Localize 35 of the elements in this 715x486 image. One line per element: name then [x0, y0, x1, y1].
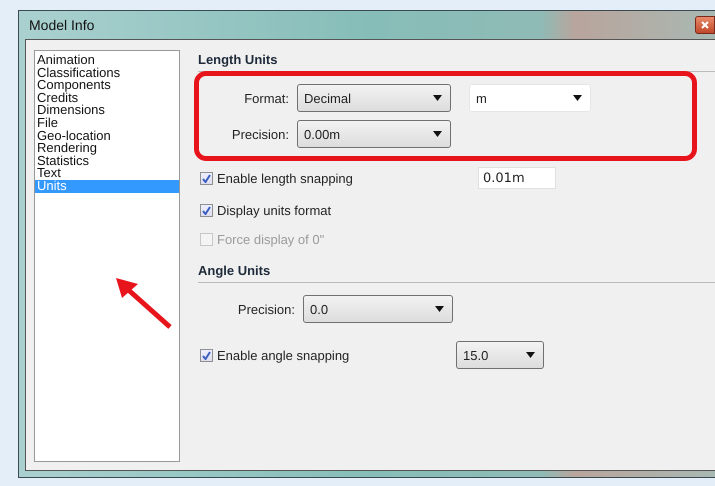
window-title: Model Info: [29, 17, 94, 33]
checkbox[interactable]: Enable angle snapping: [200, 348, 448, 362]
close-button[interactable]: [695, 16, 715, 34]
checkmark-icon: [202, 174, 211, 182]
caret-icon: [433, 95, 442, 101]
category-item[interactable]: Geo-location: [35, 130, 179, 142]
caret-icon: [573, 95, 582, 101]
snapping-field[interactable]: 0.01m: [478, 167, 556, 189]
category-item[interactable]: Credits: [35, 92, 179, 104]
category-item[interactable]: Animation: [35, 54, 179, 67]
section-heading: Length Units: [198, 52, 715, 72]
field-label: Precision:: [230, 126, 289, 142]
field-label: Precision:: [236, 302, 295, 316]
checkbox[interactable]: Display units format: [200, 203, 715, 218]
category-item[interactable]: Rendering: [35, 142, 179, 155]
category-item[interactable]: Text: [35, 167, 179, 180]
close-icon: [701, 21, 709, 29]
format-dropdown[interactable]: Decimal: [297, 84, 451, 112]
precision-dropdown[interactable]: 0.00m: [297, 120, 451, 148]
snap-angle-dropdown[interactable]: 15.0: [456, 341, 544, 369]
precision-dropdown[interactable]: 0.0: [303, 295, 453, 323]
checkbox[interactable]: Enable length snapping: [200, 170, 470, 186]
unit-dropdown[interactable]: m: [469, 84, 591, 112]
caret-icon: [435, 306, 444, 312]
category-item[interactable]: Statistics: [35, 154, 179, 168]
caret-icon: [526, 352, 535, 358]
section-heading: Angle Units: [198, 263, 715, 283]
field-label: Format:: [243, 90, 289, 106]
category-item[interactable]: File: [35, 116, 179, 130]
caret-icon: [433, 131, 442, 137]
category-item[interactable]: Components: [35, 79, 179, 92]
checkmark-icon: [202, 350, 211, 360]
category-item[interactable]: Dimensions: [35, 104, 179, 117]
checkmark-icon: [202, 206, 211, 215]
category-item[interactable]: Classifications: [35, 66, 179, 80]
